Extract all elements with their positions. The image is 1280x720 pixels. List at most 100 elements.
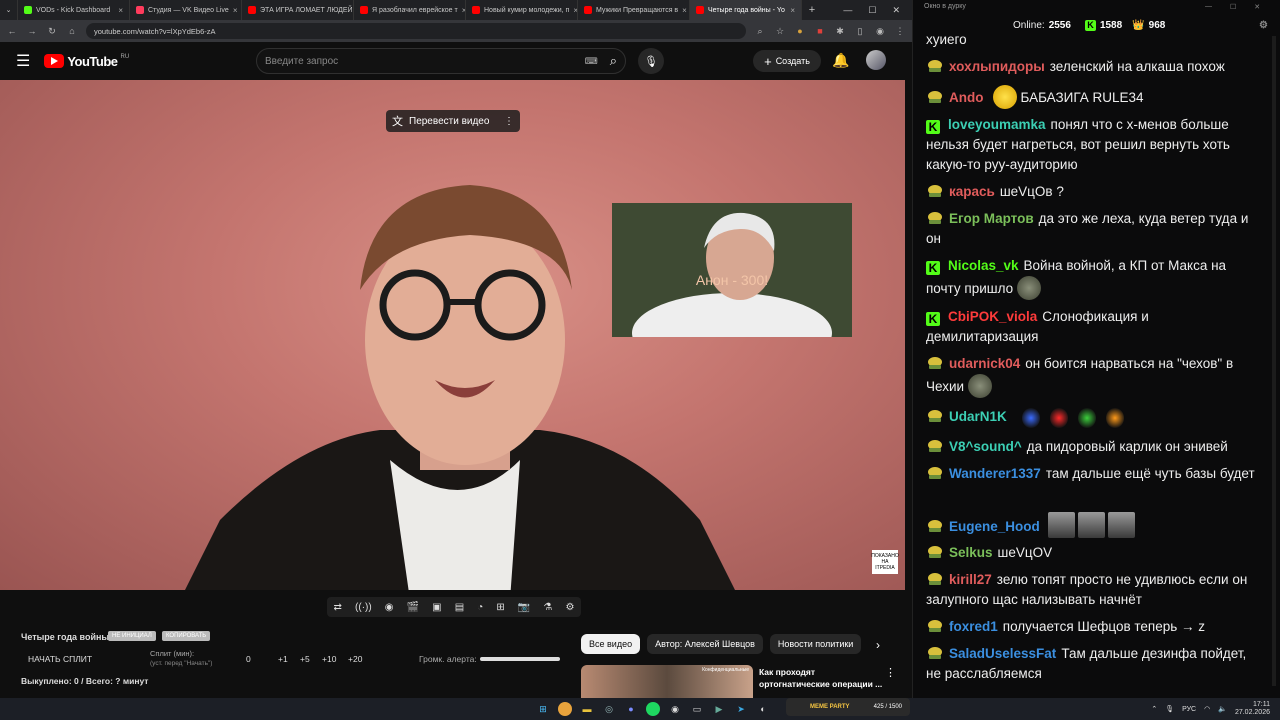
chat-username[interactable]: карась — [949, 184, 995, 199]
chevron-up-icon[interactable]: ⌃ — [1151, 705, 1157, 713]
menu-dots-icon[interactable]: ⋮ — [894, 26, 906, 37]
chip-all-videos[interactable]: Все видео — [581, 634, 641, 654]
bookmark-star-icon[interactable]: ☆ — [774, 26, 786, 37]
extensions-puzzle-icon[interactable]: ✱ — [834, 26, 846, 37]
app-icon[interactable]: ◐ — [756, 702, 770, 716]
chrome-icon[interactable] — [558, 702, 572, 716]
chat-username[interactable]: Егор Мартов — [949, 211, 1034, 226]
close-icon[interactable]: × — [790, 6, 795, 15]
increment-button[interactable]: +10 — [322, 654, 336, 664]
microphone-icon[interactable]: 🎙 — [638, 48, 664, 74]
chat-username[interactable]: loveyoumamka — [948, 117, 1046, 132]
audio-icon[interactable]: ((·)) — [355, 602, 372, 613]
extension-icon[interactable]: ■ — [814, 26, 826, 36]
increment-button[interactable]: +5 — [300, 654, 310, 664]
spotify-icon[interactable] — [646, 702, 660, 716]
language-indicator[interactable]: РУС — [1182, 706, 1196, 713]
chat-scrollbar[interactable] — [1272, 36, 1276, 686]
extension-icon[interactable]: ● — [794, 26, 806, 36]
tab-1[interactable]: Студия — VK Видео Live × — [130, 0, 242, 20]
chat-username[interactable]: V8^sound^ — [949, 439, 1022, 454]
status-badge[interactable]: НЕ ИНИЦИАЛ — [108, 631, 156, 641]
chat-username[interactable]: SaladUselessFat — [949, 646, 1056, 661]
search-input[interactable]: Введите запрос ⌨ ⌕ — [256, 48, 626, 74]
chat-username[interactable]: Wanderer1337 — [949, 466, 1041, 481]
zoom-icon[interactable]: ⌕ — [754, 26, 766, 37]
picture-in-picture-icon[interactable]: ▣ — [432, 602, 441, 613]
new-tab-button[interactable]: + — [802, 0, 822, 20]
maximize-icon[interactable]: ☐ — [1230, 3, 1236, 11]
wifi-icon[interactable]: ◠ — [1204, 705, 1210, 713]
keyboard-icon[interactable]: ⌨ — [585, 56, 598, 67]
alert-volume-slider[interactable] — [480, 657, 560, 661]
video-player[interactable]: Анон - 300! — [0, 80, 905, 590]
avatar[interactable] — [866, 50, 886, 70]
close-icon[interactable]: × — [682, 6, 687, 15]
chat-username[interactable]: Nicolas_vk — [948, 258, 1019, 273]
close-window-icon[interactable]: ✕ — [892, 5, 900, 16]
close-icon[interactable]: × — [118, 6, 123, 15]
camera-icon[interactable]: 📷 — [518, 602, 530, 613]
eye-icon[interactable]: ◉ — [385, 602, 394, 613]
minimize-icon[interactable]: — — [843, 5, 852, 16]
clapper-icon[interactable]: 🎬 — [407, 602, 419, 613]
chat-username[interactable]: Selkus — [949, 545, 993, 560]
sidebar-icon[interactable]: ▯ — [854, 26, 866, 37]
notifications-bell-icon[interactable]: 🔔 — [832, 52, 849, 69]
home-icon[interactable]: ⌂ — [66, 26, 78, 36]
explorer-icon[interactable]: ▬ — [580, 702, 594, 716]
app-icon[interactable]: ▶ — [712, 702, 726, 716]
split-value[interactable]: 0 — [246, 654, 251, 664]
repeat-icon[interactable]: ⇄ — [334, 602, 342, 613]
obs-icon[interactable]: ◉ — [668, 702, 682, 716]
maximize-icon[interactable]: ☐ — [868, 5, 876, 16]
mic-tray-icon[interactable]: 🎙 — [1165, 705, 1174, 713]
gear-icon[interactable]: ⚙ — [565, 602, 574, 613]
steam-icon[interactable]: ◎ — [602, 702, 616, 716]
tab-6[interactable]: Четыре года войны - Yo × — [690, 0, 802, 20]
tab-5[interactable]: Мужики Превращаются в × — [578, 0, 690, 20]
speed-icon[interactable]: ◔ — [477, 602, 483, 613]
forward-icon[interactable]: → — [26, 26, 38, 36]
app-icon[interactable]: ▭ — [690, 702, 704, 716]
close-window-icon[interactable]: ✕ — [1254, 3, 1260, 11]
search-icon[interactable]: ⌕ — [610, 53, 617, 69]
translate-video-button[interactable]: 文 Перевести видео ⋮ — [386, 110, 520, 132]
increment-button[interactable]: +1 — [278, 654, 288, 664]
chip-politics[interactable]: Новости политики — [769, 634, 862, 654]
chat-username[interactable]: CbiPOK_viola — [948, 309, 1037, 324]
chat-username[interactable]: Eugene_Hood — [949, 519, 1040, 534]
chat-username[interactable]: kirill27 — [949, 572, 992, 587]
volume-icon[interactable]: 🔈 — [1218, 705, 1227, 713]
chat-username[interactable]: хохлыпидоры — [949, 59, 1045, 74]
create-button[interactable]: + Создать — [753, 50, 821, 72]
url-field[interactable]: youtube.com/watch?v=lXpYdEb6-zA — [86, 23, 746, 39]
recommended-title[interactable]: Как проходят ортогнатические операции ..… — [759, 666, 883, 690]
back-icon[interactable]: ← — [6, 26, 18, 36]
start-split-button[interactable]: НАЧАТЬ СПЛИТ — [28, 654, 92, 664]
subtitles-icon[interactable]: ▤ — [455, 602, 464, 613]
tab-2[interactable]: ЭТА ИГРА ЛОМАЕТ ЛЮДЕЙ× — [242, 0, 354, 20]
hamburger-menu-icon[interactable]: ☰ — [16, 51, 30, 71]
tab-list-button[interactable]: ⌄ — [0, 0, 18, 20]
recommended-thumbnail[interactable]: Конфиденциальные — [581, 665, 753, 698]
chat-username[interactable]: Ando — [949, 90, 984, 105]
tab-3[interactable]: Я разоблачил еврейское т × — [354, 0, 466, 20]
profile-icon[interactable]: ◉ — [874, 26, 886, 37]
more-options-icon[interactable]: ⋮ — [504, 116, 514, 127]
copy-badge[interactable]: КОПИРОВАТЬ — [162, 631, 211, 641]
chat-username[interactable]: foxred1 — [949, 619, 998, 634]
chat-username[interactable]: UdarN1K — [949, 409, 1007, 424]
add-video-icon[interactable]: ⊞ — [496, 602, 504, 613]
chevron-right-icon[interactable]: › — [876, 638, 880, 652]
increment-button[interactable]: +20 — [348, 654, 362, 664]
more-options-icon[interactable]: ⋮ — [885, 666, 896, 679]
chip-author[interactable]: Автор: Алексей Шевцов — [647, 634, 763, 654]
reload-icon[interactable]: ↻ — [46, 26, 58, 37]
telegram-icon[interactable]: ➤ — [734, 702, 748, 716]
tab-4[interactable]: Новый кумир молодежи, п × — [466, 0, 578, 20]
chat-username[interactable]: udarnick04 — [949, 356, 1020, 371]
minimize-icon[interactable]: — — [1205, 3, 1212, 11]
discord-icon[interactable]: ● — [624, 702, 638, 716]
settings-icon[interactable]: ⚙ — [1259, 20, 1268, 31]
